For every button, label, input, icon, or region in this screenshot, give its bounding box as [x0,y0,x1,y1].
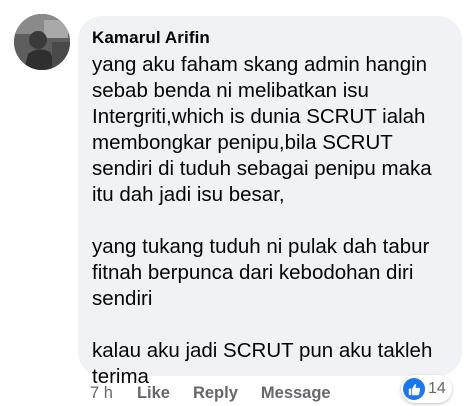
avatar[interactable] [14,14,70,70]
message-button[interactable]: Message [261,384,331,403]
comment-paragraph: yang aku faham skang admin hangin sebab … [92,53,432,206]
avatar-photo [14,14,70,70]
thumbs-up-icon [403,378,425,400]
comment-text: yang aku faham skang admin hangin sebab … [92,52,452,390]
comment-actions: 7 h Like Reply Message [90,383,354,403]
comment-author[interactable]: Kamarul Arifin [92,28,210,48]
reaction-count: 14 [428,380,446,397]
comment-bubble: Kamarul Arifin yang aku faham skang admi… [78,16,462,388]
reply-button[interactable]: Reply [193,384,238,403]
comment-paragraph: yang tukang tuduh ni pulak dah tabur fit… [92,235,430,310]
like-button[interactable]: Like [137,384,170,403]
comment-timestamp[interactable]: 7 h [90,384,113,403]
reaction-summary[interactable]: 14 [401,375,452,403]
